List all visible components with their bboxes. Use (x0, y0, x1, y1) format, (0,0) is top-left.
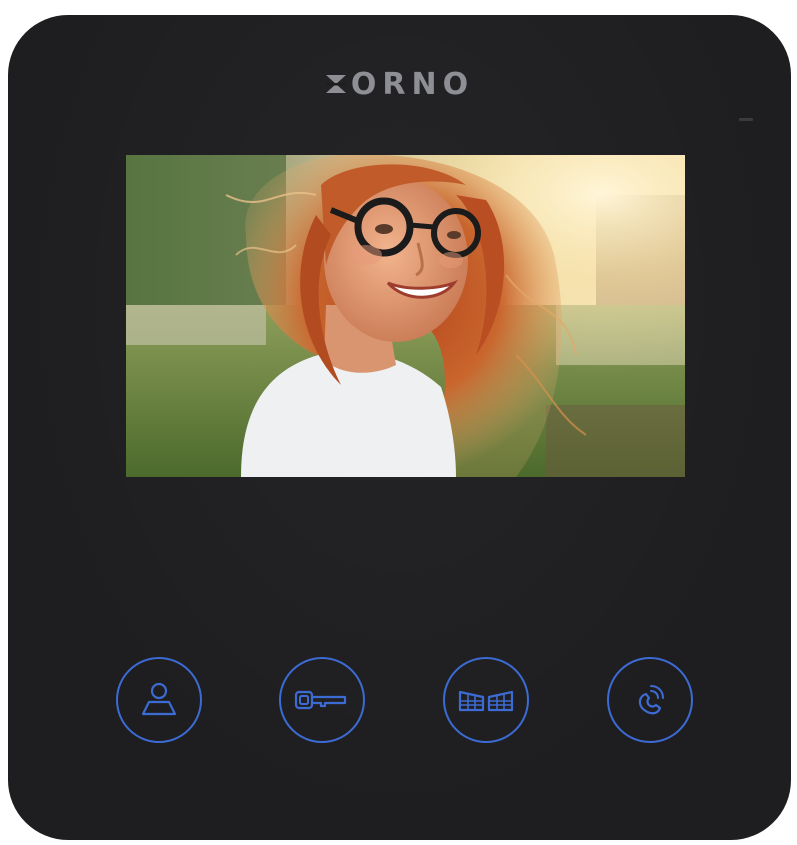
monitor-user-button[interactable] (116, 657, 202, 743)
video-screen (126, 155, 685, 477)
brand-name: ORNO (350, 67, 475, 102)
orno-logo-mark-icon (325, 75, 346, 93)
gate-open-icon (458, 690, 514, 712)
status-led (739, 118, 753, 121)
answer-call-button[interactable] (607, 657, 693, 743)
unlock-door-button[interactable] (279, 657, 365, 743)
key-unlock-icon (294, 690, 347, 710)
intercom-monitor: ORNO (8, 15, 791, 840)
phone-call-icon (638, 685, 664, 715)
camera-feed-image (126, 155, 685, 477)
brand-logo: ORNO (8, 67, 791, 102)
open-gate-button[interactable] (443, 657, 529, 743)
user-monitor-icon (141, 682, 177, 716)
